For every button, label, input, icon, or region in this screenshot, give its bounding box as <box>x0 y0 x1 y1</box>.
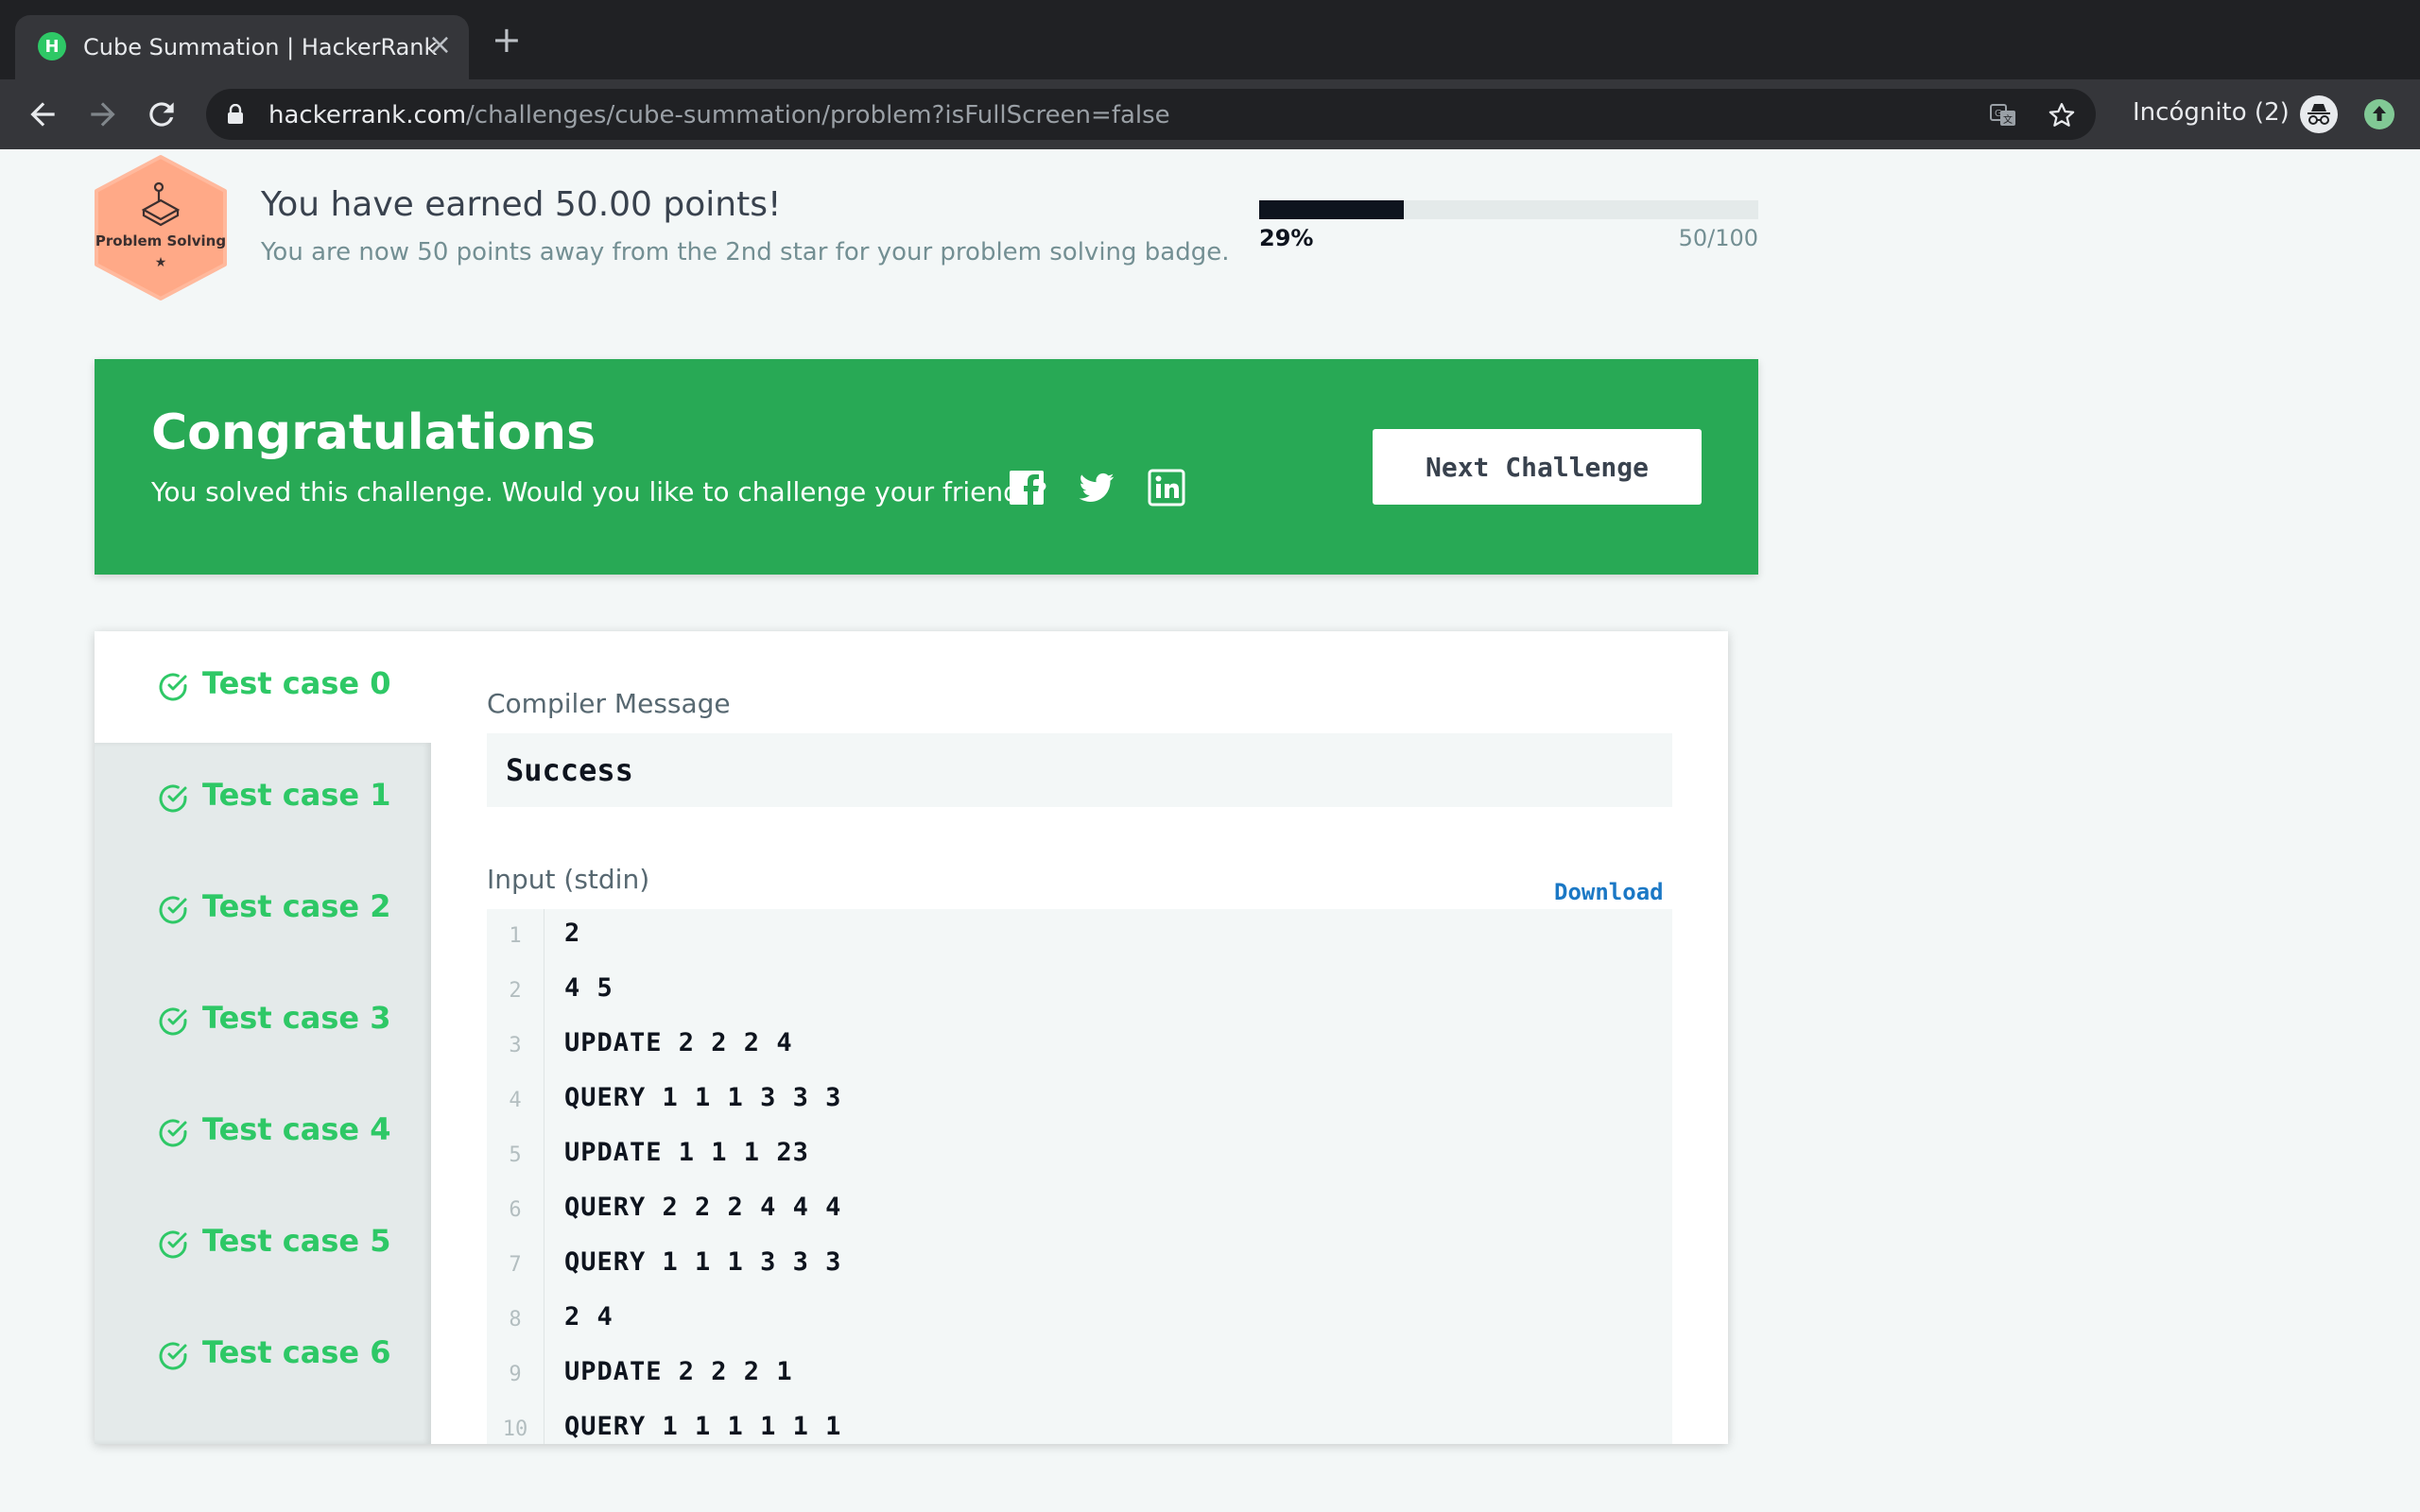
problem-solving-badge-icon <box>95 155 227 301</box>
code-line: 10 QUERY 1 1 1 1 1 1 <box>487 1402 1672 1444</box>
check-circle-icon <box>159 1230 187 1259</box>
close-tab-icon[interactable]: × <box>428 28 452 62</box>
line-text: UPDATE 2 2 2 1 <box>564 1357 793 1386</box>
check-circle-icon <box>159 896 187 924</box>
check-circle-icon <box>159 1119 187 1147</box>
translate-icon[interactable]: G 文 <box>1989 101 2017 129</box>
tab-title: Cube Summation | HackerRank <box>83 34 438 60</box>
url-path: /challenges/cube-summation/problem?isFul… <box>466 101 1170 129</box>
test-case-tab[interactable]: Test case 5 <box>95 1189 431 1300</box>
line-text: QUERY 1 1 1 3 3 3 <box>564 1247 842 1277</box>
code-line: 4 QUERY 1 1 1 3 3 3 <box>487 1074 1672 1128</box>
line-number: 8 <box>509 1308 522 1332</box>
test-case-label: Test case 1 <box>202 777 391 813</box>
browser-tab[interactable]: H Cube Summation | HackerRank × <box>15 15 469 79</box>
line-number: 2 <box>509 979 522 1003</box>
incognito-icon[interactable] <box>2299 94 2339 134</box>
line-text: 2 4 <box>564 1302 614 1332</box>
line-number: 1 <box>509 924 522 948</box>
code-line: 9 UPDATE 2 2 2 1 <box>487 1348 1672 1402</box>
line-number: 5 <box>509 1143 522 1167</box>
compiler-message-box: Success <box>487 733 1672 807</box>
svg-text:G: G <box>1995 109 2002 119</box>
test-case-tab[interactable]: Test case 1 <box>95 743 431 854</box>
points-earned-subtitle: You are now 50 points away from the 2nd … <box>261 238 1230 266</box>
congratulations-title: Congratulations <box>151 404 596 461</box>
test-case-tab[interactable]: Test case 6 <box>95 1300 431 1412</box>
reload-icon[interactable] <box>144 96 180 132</box>
test-case-tab[interactable]: Test case 3 <box>95 966 431 1077</box>
download-input-link[interactable]: Download <box>1554 879 1664 905</box>
line-number: 10 <box>502 1418 528 1441</box>
code-line: 12 <box>487 909 1672 964</box>
line-number: 4 <box>509 1089 522 1112</box>
compiler-message-text: Success <box>506 752 633 788</box>
line-number: 6 <box>509 1198 522 1222</box>
back-icon[interactable] <box>25 96 60 132</box>
new-tab-icon[interactable]: + <box>492 22 522 58</box>
browser-toolbar: hackerrank.com/challenges/cube-summation… <box>0 79 2420 149</box>
url-text[interactable]: hackerrank.com/challenges/cube-summation… <box>268 101 1170 129</box>
forward-icon[interactable] <box>85 96 121 132</box>
line-number: 9 <box>509 1363 522 1386</box>
line-text: UPDATE 2 2 2 4 <box>564 1028 793 1057</box>
line-text: 2 <box>564 919 581 948</box>
svg-text:文: 文 <box>2003 113 2013 126</box>
check-circle-icon <box>159 1342 187 1370</box>
code-line: 6 QUERY 2 2 2 4 4 4 <box>487 1183 1672 1238</box>
lock-icon[interactable] <box>227 104 244 125</box>
hackerrank-favicon-icon: H <box>38 32 66 60</box>
check-circle-icon <box>159 1007 187 1036</box>
check-circle-icon <box>159 673 187 701</box>
congratulations-subtitle: You solved this challenge. Would you lik… <box>151 476 1048 507</box>
badge-label: Problem Solving <box>95 232 227 249</box>
line-text: QUERY 2 2 2 4 4 4 <box>564 1193 842 1222</box>
test-case-label: Test case 4 <box>202 1111 391 1147</box>
check-circle-icon <box>159 784 187 813</box>
star-icon[interactable] <box>2048 101 2076 129</box>
badge-star-icon: ★ <box>154 255 167 270</box>
compiler-message-label: Compiler Message <box>487 688 731 719</box>
test-case-tab[interactable]: Test case 0 <box>95 631 431 743</box>
next-challenge-button[interactable]: Next Challenge <box>1373 429 1702 505</box>
code-line: 8 2 4 <box>487 1293 1672 1348</box>
badge-progress-fill <box>1259 200 1405 219</box>
badge-progress-bar <box>1259 200 1758 219</box>
test-case-tab[interactable]: Test case 2 <box>95 854 431 966</box>
incognito-label[interactable]: Incógnito (2) <box>2133 98 2290 127</box>
input-code-viewer[interactable]: 1224 5 3 UPDATE 2 2 2 4 4 QUERY 1 1 1 3 3 35… <box>487 909 1672 1444</box>
code-line: 2 4 5 <box>487 964 1672 1019</box>
test-case-label: Test case 0 <box>202 665 391 701</box>
line-text: QUERY 1 1 1 1 1 1 <box>564 1412 842 1441</box>
congratulations-banner: Congratulations You solved this challeng… <box>95 359 1758 575</box>
code-line: 5 UPDATE 1 1 1 23 <box>487 1128 1672 1183</box>
test-case-tab[interactable]: Test case 4 <box>95 1077 431 1189</box>
update-icon[interactable] <box>2363 98 2395 130</box>
input-stdin-label: Input (stdin) <box>487 864 650 895</box>
line-number: 7 <box>509 1253 522 1277</box>
line-number: 3 <box>509 1034 522 1057</box>
linkedin-icon[interactable] <box>1148 469 1185 507</box>
browser-tab-bar: H Cube Summation | HackerRank × + <box>0 0 2420 79</box>
code-line: 7 QUERY 1 1 1 3 3 3 <box>487 1238 1672 1293</box>
url-host: hackerrank.com <box>268 101 467 129</box>
line-text: UPDATE 1 1 1 23 <box>564 1138 809 1167</box>
address-bar[interactable]: hackerrank.com/challenges/cube-summation… <box>206 89 2096 140</box>
code-line: 3 UPDATE 2 2 2 4 <box>487 1019 1672 1074</box>
line-text: QUERY 1 1 1 3 3 3 <box>564 1083 842 1112</box>
test-results-panel: Test case 0 Test case 1 Test case 2 Test ca… <box>95 631 1728 1444</box>
points-earned-title: You have earned 50.00 points! <box>261 185 782 224</box>
test-case-label: Test case 3 <box>202 1000 391 1036</box>
twitter-icon[interactable] <box>1078 469 1115 507</box>
facebook-icon[interactable] <box>1008 469 1046 507</box>
badge-progress-count: 50/100 <box>1678 225 1758 251</box>
badge-progress-percent: 29% <box>1259 225 1314 251</box>
test-case-label: Test case 5 <box>202 1223 391 1259</box>
test-case-label: Test case 2 <box>202 888 391 924</box>
line-text: 4 5 <box>564 973 614 1003</box>
test-case-label: Test case 6 <box>202 1334 391 1370</box>
